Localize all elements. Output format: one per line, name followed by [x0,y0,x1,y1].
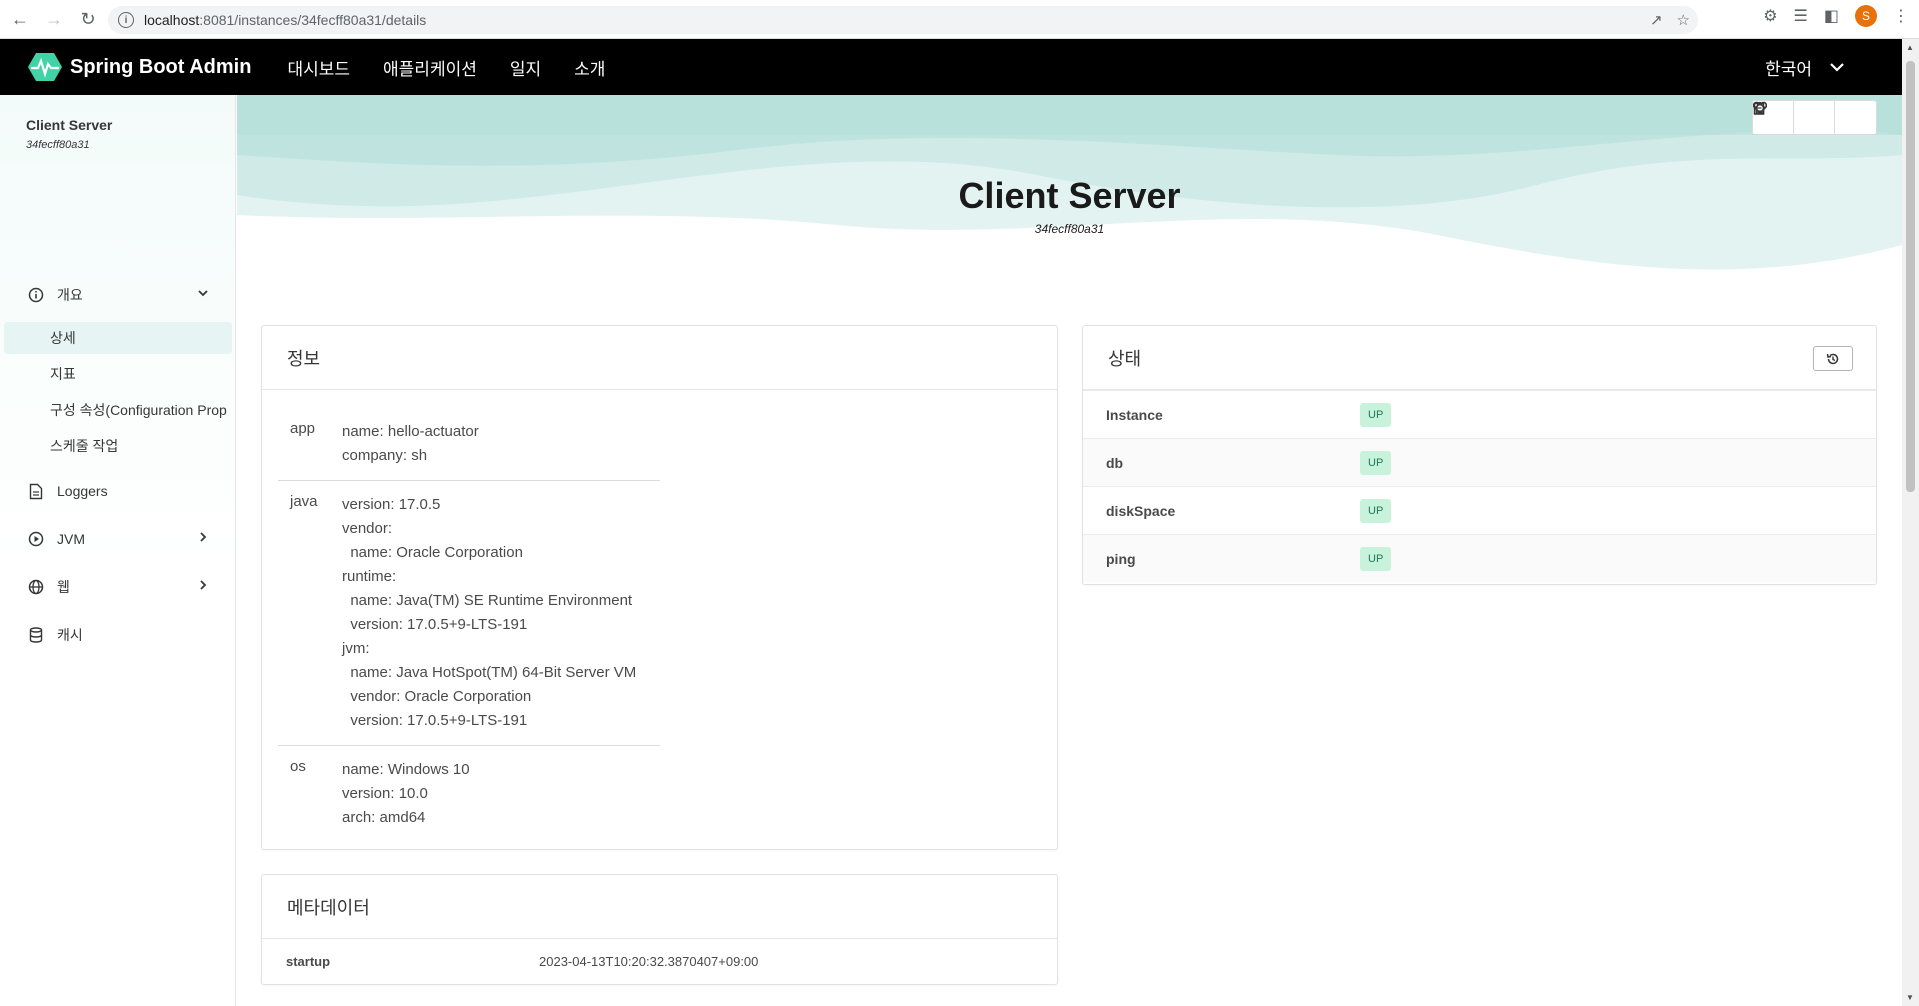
status-badge: UP [1360,403,1392,427]
scroll-down-icon[interactable]: ▼ [1906,993,1914,1002]
side-panel-icon[interactable]: ◧ [1824,6,1839,26]
chevron-right-icon [200,580,207,590]
page-title: Client Server [958,175,1181,216]
forward-icon[interactable]: → [40,5,68,33]
health-name: Instance [1106,406,1163,423]
play-circle-icon [27,530,45,548]
url-host: localhost [144,12,200,28]
back-icon[interactable]: ← [6,5,34,33]
media-icon[interactable]: ☰ [1794,6,1808,26]
header-action-buttons [1752,100,1877,135]
info-card-title: 정보 [262,326,1057,390]
sidebar-title: Client Server [26,117,113,133]
health-name: diskSpace [1106,502,1176,519]
extensions-icon[interactable]: ⚙ [1763,6,1777,26]
chevron-down-icon [198,290,208,297]
info-key: java [290,493,318,510]
address-bar[interactable]: i localhost:8081/instances/34fecff80a31/… [108,6,1698,34]
sidebar-item-label: 캐시 [57,627,83,643]
clipboard-button[interactable] [1753,101,1835,134]
sidebar-item-overview[interactable]: 개요 [0,277,235,313]
info-key: app [290,420,316,437]
metadata-value: 2023-04-13T10:20:32.3870407+09:00 [539,953,759,969]
info-card: 정보 app name: hello-actuator company: sh … [261,325,1058,850]
metadata-card: 메타데이터 startup 2023-04-13T10:20:32.387040… [261,874,1058,985]
globe-icon [27,578,45,596]
sidebar-item-cache[interactable]: 캐시 [0,617,235,653]
scroll-up-icon[interactable]: ▲ [1906,43,1914,52]
nav-journal[interactable]: 일지 [510,55,541,80]
reload-icon[interactable]: ↻ [74,5,102,33]
health-card-title: 상태 [1083,326,1876,390]
browser-toolbar: ← → ↻ i localhost:8081/instances/34fecff… [0,0,1919,39]
sidebar-sub-scheduled-tasks[interactable]: 스케줄 작업 [4,430,232,462]
sidebar-item-label: JVM [57,531,85,547]
status-badge: UP [1360,451,1392,475]
chevron-down-icon [1830,63,1844,72]
sidebar-sub-details[interactable]: 상세 [4,322,232,354]
sidebar-instance-id: 34fecff80a31 [26,139,90,151]
status-badge: UP [1360,499,1392,523]
brand[interactable]: Spring Boot Admin [28,52,251,82]
star-icon[interactable]: ☆ [1677,11,1690,29]
brand-name: Spring Boot Admin [70,55,252,78]
url-path: :8081/instances/34fecff80a31/details [199,12,427,28]
page-scrollbar[interactable]: ▲ ▼ [1902,39,1919,1006]
health-card: 상태 Instance UP db UP diskSpace UP ping U… [1082,325,1877,585]
nav-dashboard[interactable]: 대시보드 [287,55,350,80]
sidebar-item-label: 개요 [57,287,83,303]
info-row-os: os name: Windows 10 version: 10.0 arch: … [278,746,660,841]
info-key: os [290,758,306,775]
info-value: name: Windows 10 version: 10.0 arch: amd… [342,761,470,826]
health-history-button[interactable] [1813,346,1853,371]
database-icon [27,626,45,644]
metadata-card-title: 메타데이터 [262,875,1057,939]
info-row-java: java version: 17.0.5 vendor: name: Oracl… [278,481,660,746]
metadata-key: startup [286,953,331,969]
sidebar-item-jvm[interactable]: JVM [0,521,235,557]
file-icon [27,482,45,500]
nav-about[interactable]: 소개 [574,55,605,80]
health-row: ping UP [1083,534,1876,582]
app-navbar: Spring Boot Admin 대시보드 애플리케이션 일지 소개 한국어 [0,39,1902,95]
status-badge: UP [1360,547,1392,571]
sidebar-sub-configprops[interactable]: 구성 속성(Configuration Prop [4,394,232,426]
sidebar-panel: Client Server 34fecff80a31 개요 상세 지표 구성 속… [0,95,235,565]
scrollbar-thumb[interactable] [1906,61,1915,492]
info-row-app: app name: hello-actuator company: sh [278,408,660,481]
sidebar-item-label: Loggers [57,483,108,499]
profile-avatar[interactable]: S [1855,5,1877,27]
heart-icon [1753,101,1767,114]
menu-icon[interactable]: ⋮ [1893,6,1909,26]
instance-header: Client Server 34fecff80a31 [237,95,1902,305]
health-row: diskSpace UP [1083,486,1876,534]
info-value: name: hello-actuator company: sh [342,423,479,464]
sidebar: Client Server 34fecff80a31 개요 상세 지표 구성 속… [0,95,236,1006]
history-icon [1826,353,1839,364]
nav-applications[interactable]: 애플리케이션 [383,55,477,80]
health-row: Instance UP [1083,390,1876,438]
sidebar-item-web[interactable]: 웹 [0,569,235,605]
health-row: db UP [1083,438,1876,486]
info-icon[interactable]: i [118,12,134,28]
sidebar-item-label: 웹 [57,579,70,595]
sidebar-item-loggers[interactable]: Loggers [0,473,235,509]
health-name: ping [1106,550,1136,567]
health-name: db [1106,454,1124,471]
spring-boot-admin-logo-icon [28,53,62,81]
sidebar-sub-metrics[interactable]: 지표 [4,358,232,390]
health-button[interactable] [1753,101,1876,134]
info-value: version: 17.0.5 vendor: name: Oracle Cor… [342,496,637,729]
language-label: 한국어 [1765,59,1812,79]
share-icon[interactable]: ↗ [1650,11,1663,29]
chevron-right-icon [200,532,207,542]
info-circle-icon [27,286,45,304]
language-selector[interactable]: 한국어 [1765,39,1844,95]
metadata-row: startup 2023-04-13T10:20:32.3870407+09:0… [262,939,1057,983]
page-instance-id: 34fecff80a31 [1034,222,1105,236]
